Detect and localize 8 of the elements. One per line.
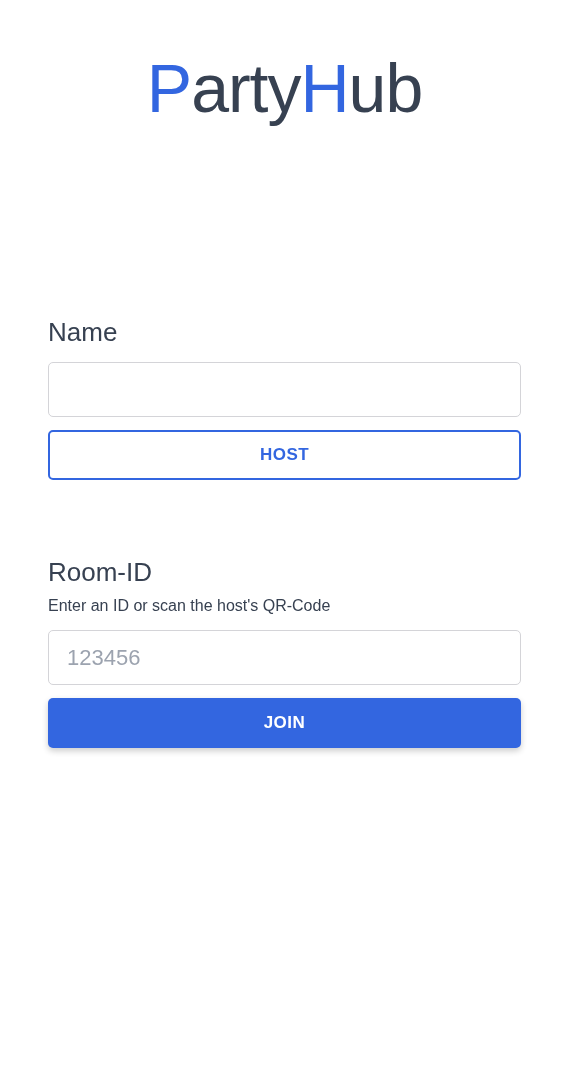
name-input-field[interactable] [48,362,521,417]
hint-text: Enter an ID or scan the host's QR-Code [48,596,332,616]
name-label: Name [48,316,119,348]
join-button[interactable]: JOIN [48,698,521,748]
app-logo: PartyHub [146,49,423,128]
room-id-input-field[interactable]: 123456 [48,630,521,685]
room-id-label: Room-ID [48,556,153,588]
host-button[interactable]: HOST [48,430,521,480]
